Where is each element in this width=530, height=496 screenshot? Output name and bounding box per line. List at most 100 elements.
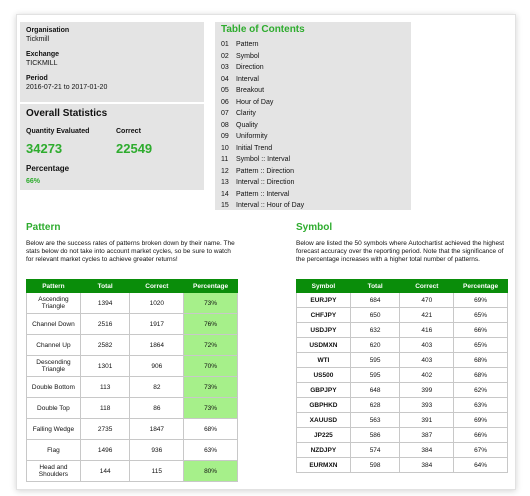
toc-item-label: Symbol :: Interval bbox=[236, 156, 291, 163]
pattern-header-cell: Pattern bbox=[26, 279, 81, 293]
table-row: USDMXN 620 403 65% bbox=[296, 337, 508, 353]
symbol-name-cell: EURJPY bbox=[296, 292, 351, 308]
pattern-section-title: Pattern bbox=[26, 222, 61, 233]
pattern-name-cell: Head and Shoulders bbox=[26, 460, 81, 482]
pattern-name-cell: Descending Triangle bbox=[26, 355, 81, 377]
toc-item[interactable]: 01 Pattern bbox=[221, 39, 405, 51]
pattern-pct-cell: 73% bbox=[183, 376, 238, 398]
table-row: CHFJPY 650 421 65% bbox=[296, 307, 508, 323]
toc-item[interactable]: 06 Hour of Day bbox=[221, 97, 405, 109]
pattern-total-cell: 118 bbox=[79, 397, 131, 419]
symbol-total-cell: 574 bbox=[349, 442, 401, 458]
symbol-correct-cell: 384 bbox=[399, 457, 455, 473]
organisation-value: Tickmill bbox=[26, 36, 50, 43]
toc-item[interactable]: 12 Pattern :: Direction bbox=[221, 166, 405, 178]
toc-item[interactable]: 15 Interval :: Hour of Day bbox=[221, 200, 405, 212]
symbol-correct-cell: 402 bbox=[399, 367, 455, 383]
toc-item-label: Clarity bbox=[236, 110, 256, 117]
table-row: Double Bottom 113 82 73% bbox=[26, 376, 238, 398]
exchange-label: Exchange bbox=[26, 51, 60, 58]
toc-item[interactable]: 11 Symbol :: Interval bbox=[221, 154, 405, 166]
pattern-correct-cell: 1847 bbox=[129, 418, 185, 440]
toc-item[interactable]: 04 Interval bbox=[221, 74, 405, 86]
toc-item-number: 11 bbox=[221, 156, 229, 163]
correct-label: Correct bbox=[116, 128, 141, 135]
symbol-header-cell: Percentage bbox=[453, 279, 508, 293]
overall-statistics-title: Overall Statistics bbox=[26, 108, 108, 119]
organisation-label: Organisation bbox=[26, 27, 70, 34]
toc-item-number: 09 bbox=[221, 133, 229, 140]
pattern-total-cell: 113 bbox=[79, 376, 131, 398]
toc-item[interactable]: 07 Clarity bbox=[221, 108, 405, 120]
symbol-correct-cell: 416 bbox=[399, 322, 455, 338]
toc-item-label: Uniformity bbox=[236, 133, 268, 140]
toc-item[interactable]: 03 Direction bbox=[221, 62, 405, 74]
symbol-name-cell: JP225 bbox=[296, 427, 351, 443]
toc-item-number: 14 bbox=[221, 190, 229, 198]
pattern-pct-cell: 73% bbox=[183, 292, 238, 314]
pattern-total-cell: 2582 bbox=[79, 334, 131, 356]
symbol-pct-cell: 69% bbox=[453, 412, 508, 428]
pattern-total-cell: 1394 bbox=[79, 292, 131, 314]
symbol-correct-cell: 384 bbox=[399, 442, 455, 458]
symbol-pct-cell: 64% bbox=[453, 457, 508, 473]
table-row: WTI 595 403 68% bbox=[296, 352, 508, 368]
pattern-pct-cell: 63% bbox=[183, 439, 238, 461]
table-row: NZDJPY 574 384 67% bbox=[296, 442, 508, 458]
pattern-pct-cell: 70% bbox=[183, 355, 238, 377]
toc-item[interactable]: 09 Uniformity bbox=[221, 131, 405, 143]
toc-item-number: 08 bbox=[221, 121, 229, 129]
table-row: GBPHKD 628 393 63% bbox=[296, 397, 508, 413]
symbol-pct-cell: 62% bbox=[453, 382, 508, 398]
toc-item-number: 13 bbox=[221, 179, 229, 186]
toc-item[interactable]: 08 Quality bbox=[221, 120, 405, 132]
toc-item[interactable]: 05 Breakout bbox=[221, 85, 405, 97]
percentage-label: Percentage bbox=[26, 164, 70, 173]
symbol-total-cell: 595 bbox=[349, 367, 401, 383]
quantity-evaluated-label: Quantity Evaluated bbox=[26, 128, 90, 135]
correct-value: 22549 bbox=[116, 141, 153, 156]
period-label: Period bbox=[26, 75, 48, 82]
pattern-correct-cell: 936 bbox=[129, 439, 185, 461]
symbol-total-cell: 598 bbox=[349, 457, 401, 473]
toc-item[interactable]: 14 Pattern :: Interval bbox=[221, 189, 405, 201]
symbol-total-cell: 595 bbox=[349, 352, 401, 368]
symbol-pct-cell: 68% bbox=[453, 352, 508, 368]
symbol-correct-cell: 470 bbox=[399, 292, 455, 308]
symbol-table: Symbol Total Correct Percentage EURJPY 684 47… bbox=[296, 279, 508, 473]
symbol-correct-cell: 399 bbox=[399, 382, 455, 398]
pattern-table: Pattern Total Correct Percentage Ascending … bbox=[26, 279, 238, 482]
symbol-correct-cell: 421 bbox=[399, 307, 455, 323]
table-row: Channel Down 2516 1917 76% bbox=[26, 313, 238, 335]
pattern-name-cell: Falling Wedge bbox=[26, 418, 81, 440]
pattern-correct-cell: 1864 bbox=[129, 334, 185, 356]
table-row: Falling Wedge 2735 1847 68% bbox=[26, 418, 238, 440]
toc-item[interactable]: 13 Interval :: Direction bbox=[221, 177, 405, 189]
toc-item-label: Interval :: Hour of Day bbox=[236, 202, 305, 209]
pattern-name-cell: Channel Up bbox=[26, 334, 81, 356]
pattern-section-description: Below are the success rates of patterns … bbox=[26, 240, 235, 263]
symbol-name-cell: US500 bbox=[296, 367, 351, 383]
symbol-header-cell: Correct bbox=[399, 279, 455, 293]
symbol-total-cell: 586 bbox=[349, 427, 401, 443]
toc-item-label: Initial Trend bbox=[236, 144, 273, 152]
symbol-pct-cell: 67% bbox=[453, 442, 508, 458]
pattern-total-cell: 144 bbox=[79, 460, 131, 482]
pattern-name-cell: Double Top bbox=[26, 397, 81, 419]
symbol-pct-cell: 66% bbox=[453, 427, 508, 443]
pattern-correct-cell: 86 bbox=[129, 397, 185, 419]
pattern-total-cell: 1496 bbox=[79, 439, 131, 461]
toc-item[interactable]: 10 Initial Trend bbox=[221, 143, 405, 155]
toc-item-label: Interval bbox=[236, 75, 259, 83]
toc-item-label: Pattern :: Direction bbox=[236, 167, 294, 175]
table-row: Descending Triangle 1301 906 70% bbox=[26, 355, 238, 377]
symbol-total-cell: 632 bbox=[349, 322, 401, 338]
pattern-correct-cell: 1917 bbox=[129, 313, 185, 335]
correct-count: Correct 22549 bbox=[110, 122, 200, 162]
table-row: US500 595 402 68% bbox=[296, 367, 508, 383]
report-info-box: Organisation Tickmill Exchange TICKMILL … bbox=[20, 22, 204, 102]
toc-item-label: Interval :: Direction bbox=[236, 179, 295, 186]
symbol-section-title: Symbol bbox=[296, 222, 333, 233]
toc-item[interactable]: 02 Symbol bbox=[221, 51, 405, 63]
pattern-correct-cell: 1020 bbox=[129, 292, 185, 314]
